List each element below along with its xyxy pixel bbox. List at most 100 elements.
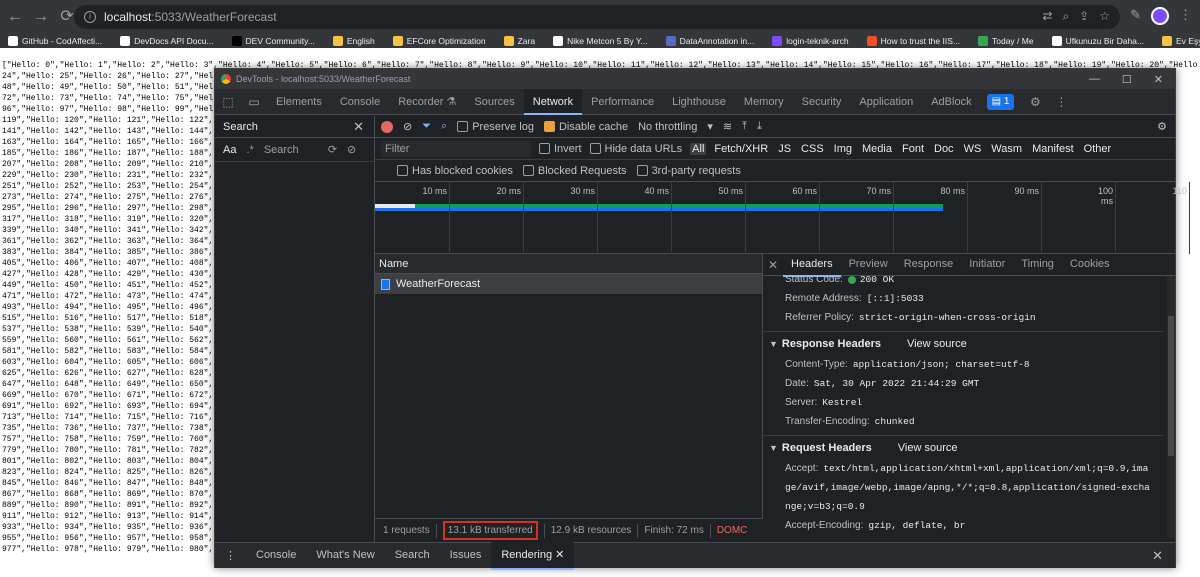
type-filter-css[interactable]: CSS (799, 143, 826, 155)
inspect-element-icon[interactable]: ⬚ (215, 89, 241, 115)
tab-sources[interactable]: Sources (465, 89, 523, 115)
issues-badge[interactable]: ▤ 1 (986, 93, 1015, 110)
close-icon[interactable]: ✕ (1154, 73, 1163, 86)
drawer-tab-search[interactable]: Search (385, 542, 440, 570)
menu-icon[interactable]: ⋮ (1179, 7, 1192, 25)
bookmark-star-icon[interactable]: ☆ (1099, 9, 1110, 24)
bookmark-item[interactable]: EFCore Optimization (392, 36, 486, 46)
hide-data-urls-checkbox[interactable]: Hide data URLs (589, 143, 682, 155)
record-button[interactable] (381, 120, 393, 133)
maximize-icon[interactable]: ☐ (1122, 73, 1132, 86)
response-headers-section[interactable]: ▼ Response Headers View source (763, 331, 1163, 355)
tab-application[interactable]: Application (850, 89, 922, 115)
close-details-icon[interactable]: ✕ (763, 258, 783, 272)
blocked-cookies-checkbox[interactable]: Has blocked cookies (397, 165, 513, 177)
tab-adblock[interactable]: AdBlock (922, 89, 980, 115)
clear-icon[interactable]: ⊘ (347, 143, 356, 156)
drawer-tab-console[interactable]: Console (246, 542, 306, 570)
type-filter-other[interactable]: Other (1082, 143, 1114, 155)
type-filter-all[interactable]: All (690, 142, 707, 155)
bookmark-item[interactable]: Ev Eşyaları (1162, 36, 1200, 46)
name-column-header[interactable]: Name (375, 254, 762, 274)
site-info-icon[interactable]: i (84, 11, 96, 23)
tab-elements[interactable]: Elements (267, 89, 331, 115)
disable-cache-checkbox[interactable]: Disable cache (543, 121, 628, 133)
filter-funnel-icon[interactable]: ⏷ (422, 120, 431, 133)
details-tab-initiator[interactable]: Initiator (961, 253, 1013, 277)
chevron-down-icon[interactable]: ▾ (707, 120, 713, 133)
filter-input[interactable]: Filter (381, 140, 531, 157)
tab-security[interactable]: Security (793, 89, 851, 115)
details-scrollbar[interactable] (1167, 276, 1175, 538)
tab-performance[interactable]: Performance (582, 89, 663, 115)
details-tab-timing[interactable]: Timing (1013, 253, 1062, 277)
type-filter-fetchxhr[interactable]: Fetch/XHR (712, 143, 770, 155)
back-arrow-icon[interactable]: ← (4, 6, 26, 28)
type-filter-img[interactable]: Img (832, 143, 854, 155)
third-party-checkbox[interactable]: 3rd-party requests (636, 165, 741, 177)
type-filter-manifest[interactable]: Manifest (1030, 143, 1076, 155)
more-options-icon[interactable]: ⋮ (1048, 89, 1074, 115)
invert-checkbox[interactable]: Invert (539, 143, 582, 155)
regex-button[interactable]: .* (246, 144, 253, 156)
import-har-icon[interactable]: ⤒ (742, 120, 747, 133)
translate-icon[interactable]: ⇄ (1042, 9, 1052, 24)
bookmark-item[interactable]: Ufkunuzu Bir Daha... (1051, 36, 1144, 46)
bookmark-item[interactable]: Nike Metcon 5 By Y... (553, 36, 648, 46)
type-filter-js[interactable]: JS (776, 143, 793, 155)
bookmark-item[interactable]: GitHub - CodAffecti... (8, 36, 102, 46)
type-filter-wasm[interactable]: Wasm (989, 143, 1024, 155)
refresh-icon[interactable]: ⟳ (328, 143, 337, 156)
tab-network[interactable]: Network (523, 88, 583, 115)
type-filter-font[interactable]: Font (900, 143, 926, 155)
drawer-tab-whatsnew[interactable]: What's New (306, 542, 384, 570)
tab-memory[interactable]: Memory (735, 89, 793, 115)
bookmark-item[interactable]: How to trust the IIS... (866, 36, 960, 46)
blocked-requests-checkbox[interactable]: Blocked Requests (522, 165, 627, 177)
close-search-icon[interactable]: ✕ (353, 119, 364, 135)
address-bar[interactable]: i localhost:5033/WeatherForecast ⇄ ⌕ ⇪ ☆ (74, 5, 1120, 29)
type-filter-media[interactable]: Media (860, 143, 894, 155)
zoom-icon[interactable]: ⌕ (1062, 9, 1069, 24)
network-settings-icon[interactable]: ⚙ (1157, 120, 1167, 133)
search-input[interactable]: Search (264, 144, 318, 156)
request-row[interactable]: WeatherForecast (375, 274, 762, 294)
tab-recorder[interactable]: Recorder ⚗ (389, 89, 465, 115)
request-headers-section[interactable]: ▼ Request Headers View source (763, 435, 1163, 459)
preserve-log-checkbox[interactable]: Preserve log (457, 121, 534, 133)
details-tab-response[interactable]: Response (896, 253, 962, 277)
bookmark-item[interactable]: DEV Community... (231, 36, 315, 46)
view-source-link[interactable]: View source (907, 338, 967, 350)
details-tab-preview[interactable]: Preview (841, 253, 896, 277)
extension-icon[interactable]: ✎ (1130, 7, 1141, 25)
type-filter-doc[interactable]: Doc (932, 143, 956, 155)
bookmark-item[interactable]: Today / Me (977, 36, 1034, 46)
network-conditions-icon[interactable]: ≋ (723, 120, 732, 133)
bookmark-item[interactable]: login-teknik-arch (772, 36, 849, 46)
throttling-select[interactable]: No throttling (638, 121, 697, 133)
minimize-icon[interactable]: — (1089, 73, 1100, 86)
drawer-tab-rendering[interactable]: Rendering ✕ (491, 541, 575, 570)
device-toolbar-icon[interactable]: ▭ (241, 89, 267, 115)
tab-lighthouse[interactable]: Lighthouse (663, 89, 735, 115)
network-overview-timeline[interactable]: 10 ms 20 ms 30 ms 40 ms 50 ms 60 ms 70 ms 80 ms… (375, 182, 1190, 254)
details-tab-cookies[interactable]: Cookies (1062, 253, 1118, 277)
bookmark-item[interactable]: English (332, 36, 375, 46)
drawer-menu-icon[interactable]: ⋮ (215, 543, 246, 569)
details-tab-headers[interactable]: Headers (783, 253, 841, 277)
type-filter-ws[interactable]: WS (962, 143, 984, 155)
view-source-link[interactable]: View source (898, 442, 958, 454)
bookmark-item[interactable]: Zara (503, 36, 535, 46)
settings-gear-icon[interactable]: ⚙ (1022, 89, 1048, 115)
drawer-tab-issues[interactable]: Issues (440, 542, 492, 570)
search-icon[interactable]: ⌕ (441, 120, 447, 133)
share-icon[interactable]: ⇪ (1079, 9, 1089, 24)
avatar[interactable] (1151, 7, 1169, 25)
tab-console[interactable]: Console (331, 89, 389, 115)
clear-log-icon[interactable]: ⊘ (403, 120, 412, 133)
match-case-button[interactable]: Aa (223, 144, 236, 156)
export-har-icon[interactable]: ⤓ (757, 120, 762, 133)
close-drawer-icon[interactable]: ✕ (1152, 548, 1163, 564)
forward-arrow-icon[interactable]: → (30, 6, 52, 28)
bookmark-item[interactable]: DataAnnotation in... (665, 36, 754, 46)
